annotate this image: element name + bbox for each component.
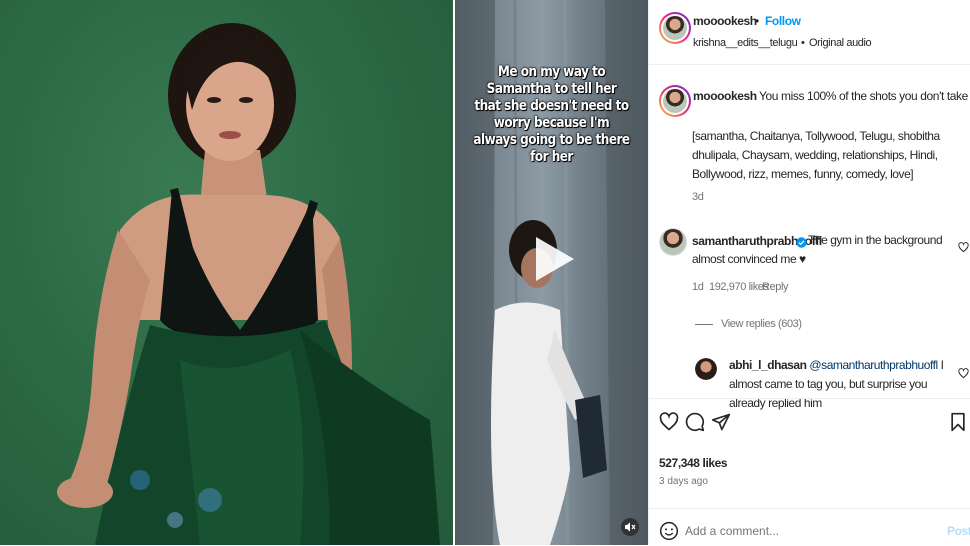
reply-body: abhi_l_dhasan @samantharuthprabhuoffl I … bbox=[729, 356, 954, 413]
play-icon[interactable] bbox=[526, 233, 578, 285]
audio-artist[interactable]: krishna__edits__telugu bbox=[693, 37, 798, 49]
caption-avatar[interactable] bbox=[659, 85, 691, 117]
replies-line bbox=[695, 324, 713, 325]
reply-like-icon[interactable] bbox=[958, 366, 969, 384]
heart-icon[interactable] bbox=[659, 412, 679, 437]
comment-likes[interactable]: 192,970 likes bbox=[709, 281, 769, 293]
reel-video[interactable]: Me on my way to Samantha to tell her tha… bbox=[455, 0, 648, 545]
post-date: 3 days ago bbox=[659, 476, 708, 487]
comment-like-icon[interactable] bbox=[958, 240, 969, 258]
reply-mention[interactable]: @samantharuthprabhuoffl bbox=[809, 358, 938, 372]
view-replies-button[interactable]: View replies (603) bbox=[721, 318, 802, 330]
like-count[interactable]: 527,348 likes bbox=[659, 456, 728, 470]
author-avatar[interactable] bbox=[659, 12, 691, 44]
follow-button[interactable]: Follow bbox=[765, 14, 801, 28]
comment-reply-button[interactable]: Reply bbox=[762, 281, 789, 293]
post-sidebar: mooookesh • Follow krishna__edits__telug… bbox=[648, 0, 970, 545]
caption-age: 3d bbox=[692, 191, 704, 203]
comment-divider bbox=[649, 508, 970, 509]
comment-icon[interactable] bbox=[685, 412, 705, 437]
share-icon[interactable] bbox=[711, 412, 731, 437]
actions-divider bbox=[649, 398, 970, 399]
caption-tags: [samantha, Chaitanya, Tollywood, Telugu,… bbox=[692, 129, 940, 181]
mute-icon[interactable] bbox=[621, 518, 639, 536]
comment-avatar[interactable] bbox=[659, 228, 687, 256]
reply-username[interactable]: abhi_l_dhasan bbox=[729, 358, 807, 372]
save-icon[interactable] bbox=[949, 412, 967, 437]
header-divider bbox=[649, 64, 970, 65]
audio-title[interactable]: Original audio bbox=[809, 37, 872, 49]
photo-illustration bbox=[57, 23, 440, 545]
header-separator: • bbox=[755, 14, 759, 28]
caption-username[interactable]: mooookesh bbox=[693, 89, 757, 103]
video-overlay-text: Me on my way to Samantha to tell her tha… bbox=[473, 64, 630, 165]
post-comment-button[interactable]: Post bbox=[947, 524, 970, 538]
comment-text: The gym in the background almost convinc… bbox=[692, 233, 943, 266]
audio-separator: • bbox=[801, 37, 805, 49]
author-username[interactable]: mooookesh bbox=[693, 14, 757, 28]
comment-age: 1d bbox=[692, 281, 704, 293]
reply-avatar[interactable] bbox=[695, 358, 717, 380]
emoji-icon[interactable] bbox=[659, 521, 679, 546]
comment-input[interactable] bbox=[685, 521, 925, 541]
caption-text: You miss 100% of the shots you don't tak… bbox=[759, 89, 970, 103]
post-photo bbox=[0, 0, 453, 545]
